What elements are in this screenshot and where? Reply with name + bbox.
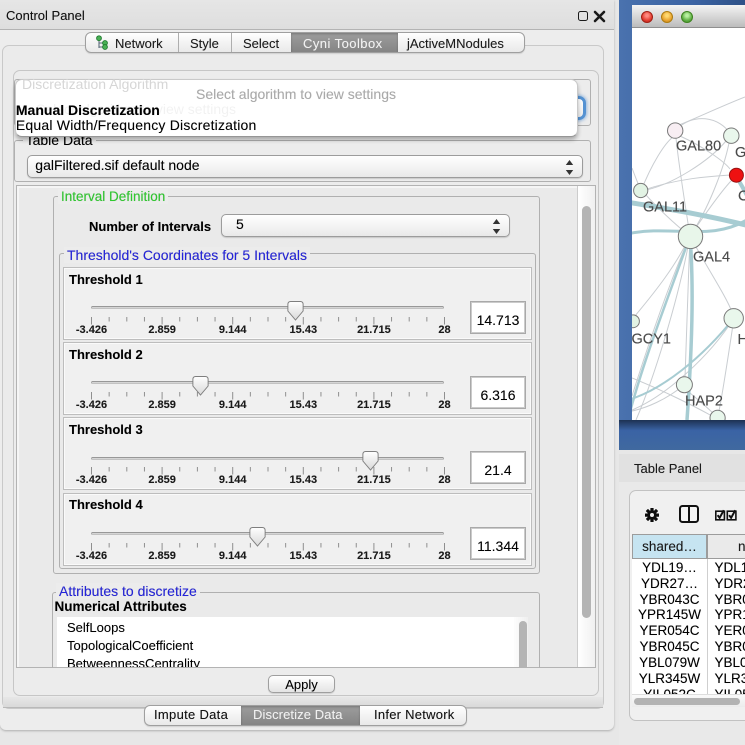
svg-text:GCY1: GCY1	[632, 332, 671, 348]
svg-text:GAL80: GAL80	[676, 139, 721, 155]
svg-text:GAL11: GAL11	[643, 200, 687, 216]
svg-text:C: C	[738, 189, 745, 205]
svg-text:HAP2: HAP2	[685, 394, 723, 410]
svg-text:GA: GA	[735, 145, 745, 161]
svg-text:GAL4: GAL4	[693, 250, 730, 266]
svg-text:H: H	[738, 332, 745, 348]
